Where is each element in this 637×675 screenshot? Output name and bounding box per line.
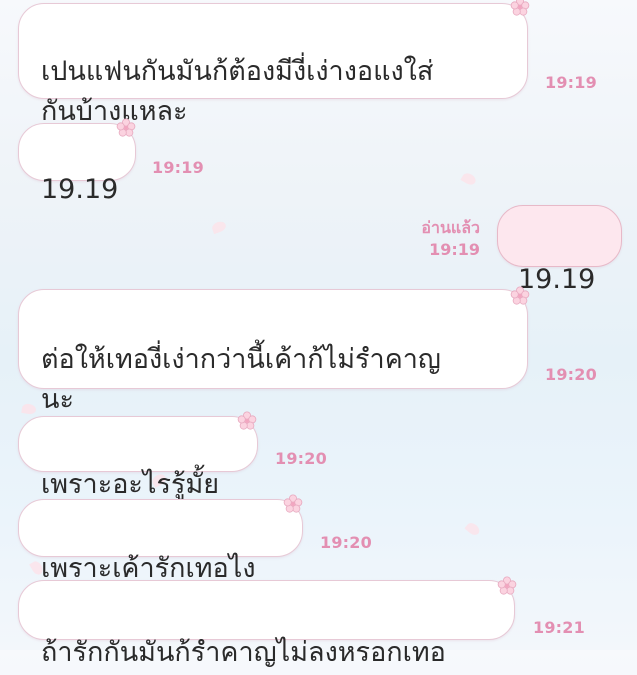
message-bubble[interactable]: ต่อให้เทองี่เง่ากว่านี้เค้าก้ไม่รำคาญ นะ [18, 289, 528, 415]
message-time: 19:19 [545, 73, 597, 92]
message-time: 19:20 [275, 449, 327, 468]
message-time: 19:20 [545, 365, 597, 384]
message-bubble[interactable]: ถ้ารักกันมันก้รำคาญไม่ลงหรอกเทอ [18, 580, 515, 668]
message-time: 19:19 [152, 158, 204, 177]
cherry-blossom-icon [283, 494, 303, 513]
cherry-blossom-icon [510, 0, 530, 16]
read-receipt: อ่านแล้ว 19:19 [398, 218, 480, 260]
message-bubble[interactable]: เพราะเค้ารักเทอไง [18, 499, 303, 584]
message-text: ต่อให้เทองี่เง่ากว่านี้เค้าก้ไม่รำคาญ นะ [41, 344, 441, 415]
cherry-blossom-icon [497, 576, 517, 595]
message-text: เพราะอะไรรู้มั้ย [41, 469, 220, 500]
message-time: 19:21 [533, 618, 585, 637]
message-time: 19:19 [429, 240, 480, 259]
cherry-blossom-icon [116, 118, 136, 137]
petal-decoration [21, 402, 37, 416]
message-time: 19:20 [320, 533, 372, 552]
message-text: เปนแฟนกันมันก้ต้องมีงี่เง่างอแงใส่ กันบ้… [41, 56, 434, 127]
message-text: 19.19 [41, 174, 119, 205]
message-bubble[interactable]: 19.19 [497, 205, 622, 295]
message-text: ถ้ารักกันมันก้รำคาญไม่ลงหรอกเทอ [41, 637, 446, 668]
message-bubble[interactable]: เพราะอะไรรู้มั้ย [18, 416, 258, 500]
read-label: อ่านแล้ว [421, 218, 480, 237]
petal-decoration [460, 171, 478, 187]
message-bubble[interactable]: เปนแฟนกันมันก้ต้องมีงี่เง่างอแงใส่ กันบ้… [18, 3, 528, 127]
petal-decoration [464, 520, 482, 538]
cherry-blossom-icon [237, 411, 257, 430]
cherry-blossom-icon [510, 286, 530, 305]
petal-decoration [210, 219, 228, 235]
